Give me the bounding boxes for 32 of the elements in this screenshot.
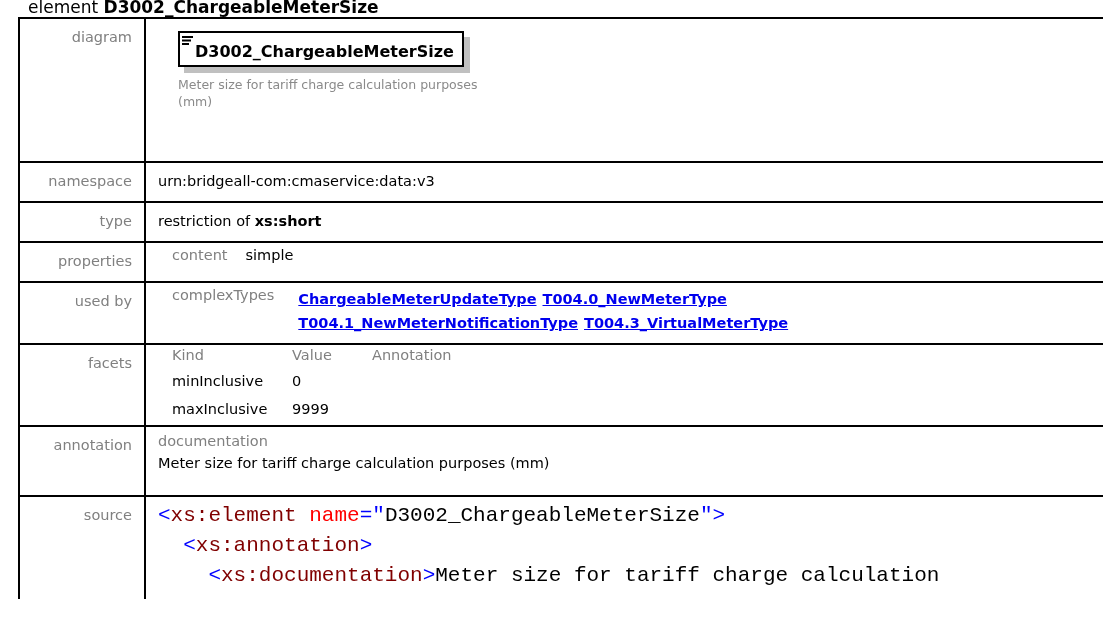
column-header: Value [292, 347, 333, 363]
group-label: complexTypes [172, 287, 275, 305]
documentation-text: Meter size for tariff charge calculation purposes (mm) [158, 453, 551, 473]
facet-value: 0 [292, 373, 303, 389]
column-header: Kind [172, 347, 205, 363]
type-link[interactable]: ChargeableMeterUpdateType [298, 287, 537, 311]
content-lines-icon [182, 36, 193, 45]
type-value: restriction of xs:short [158, 213, 322, 229]
row-label: used by [74, 293, 132, 309]
row-label: annotation [53, 437, 132, 453]
namespace-value: urn:bridgeall-com:cmaservice:data:v3 [158, 173, 435, 189]
facet-kind: maxInclusive [172, 401, 269, 417]
source-code-line: <xs:documentation>Meter size for tariff charge calculation [208, 563, 941, 589]
row-label: properties [58, 253, 132, 269]
diagram-description: Meter size for tariff charge calculation purposes (mm) [178, 77, 479, 111]
type-link[interactable]: T004.1_NewMeterNotificationType [298, 311, 578, 335]
type-link[interactable]: T004.0_NewMeterType [542, 287, 727, 311]
row-label: type [99, 213, 132, 229]
page-heading: element D3002_ChargeableMeterSize [27, 0, 380, 17]
property-name: content [172, 247, 228, 263]
row-label: source [83, 507, 132, 523]
facet-kind: minInclusive [172, 373, 265, 389]
property-value: simple [245, 247, 294, 263]
row-label: namespace [48, 173, 132, 189]
annotation-heading: documentation [158, 432, 269, 451]
source-code-line: <xs:element name="D3002_ChargeableMeterSize"> [158, 503, 727, 529]
row-label: diagram [71, 29, 132, 45]
row-label: facets [87, 355, 132, 371]
column-header: Annotation [372, 347, 453, 363]
source-code-line: <xs:annotation> [183, 533, 374, 559]
type-link[interactable]: T004.3_VirtualMeterType [584, 311, 789, 335]
facet-value: 9999 [292, 401, 330, 417]
